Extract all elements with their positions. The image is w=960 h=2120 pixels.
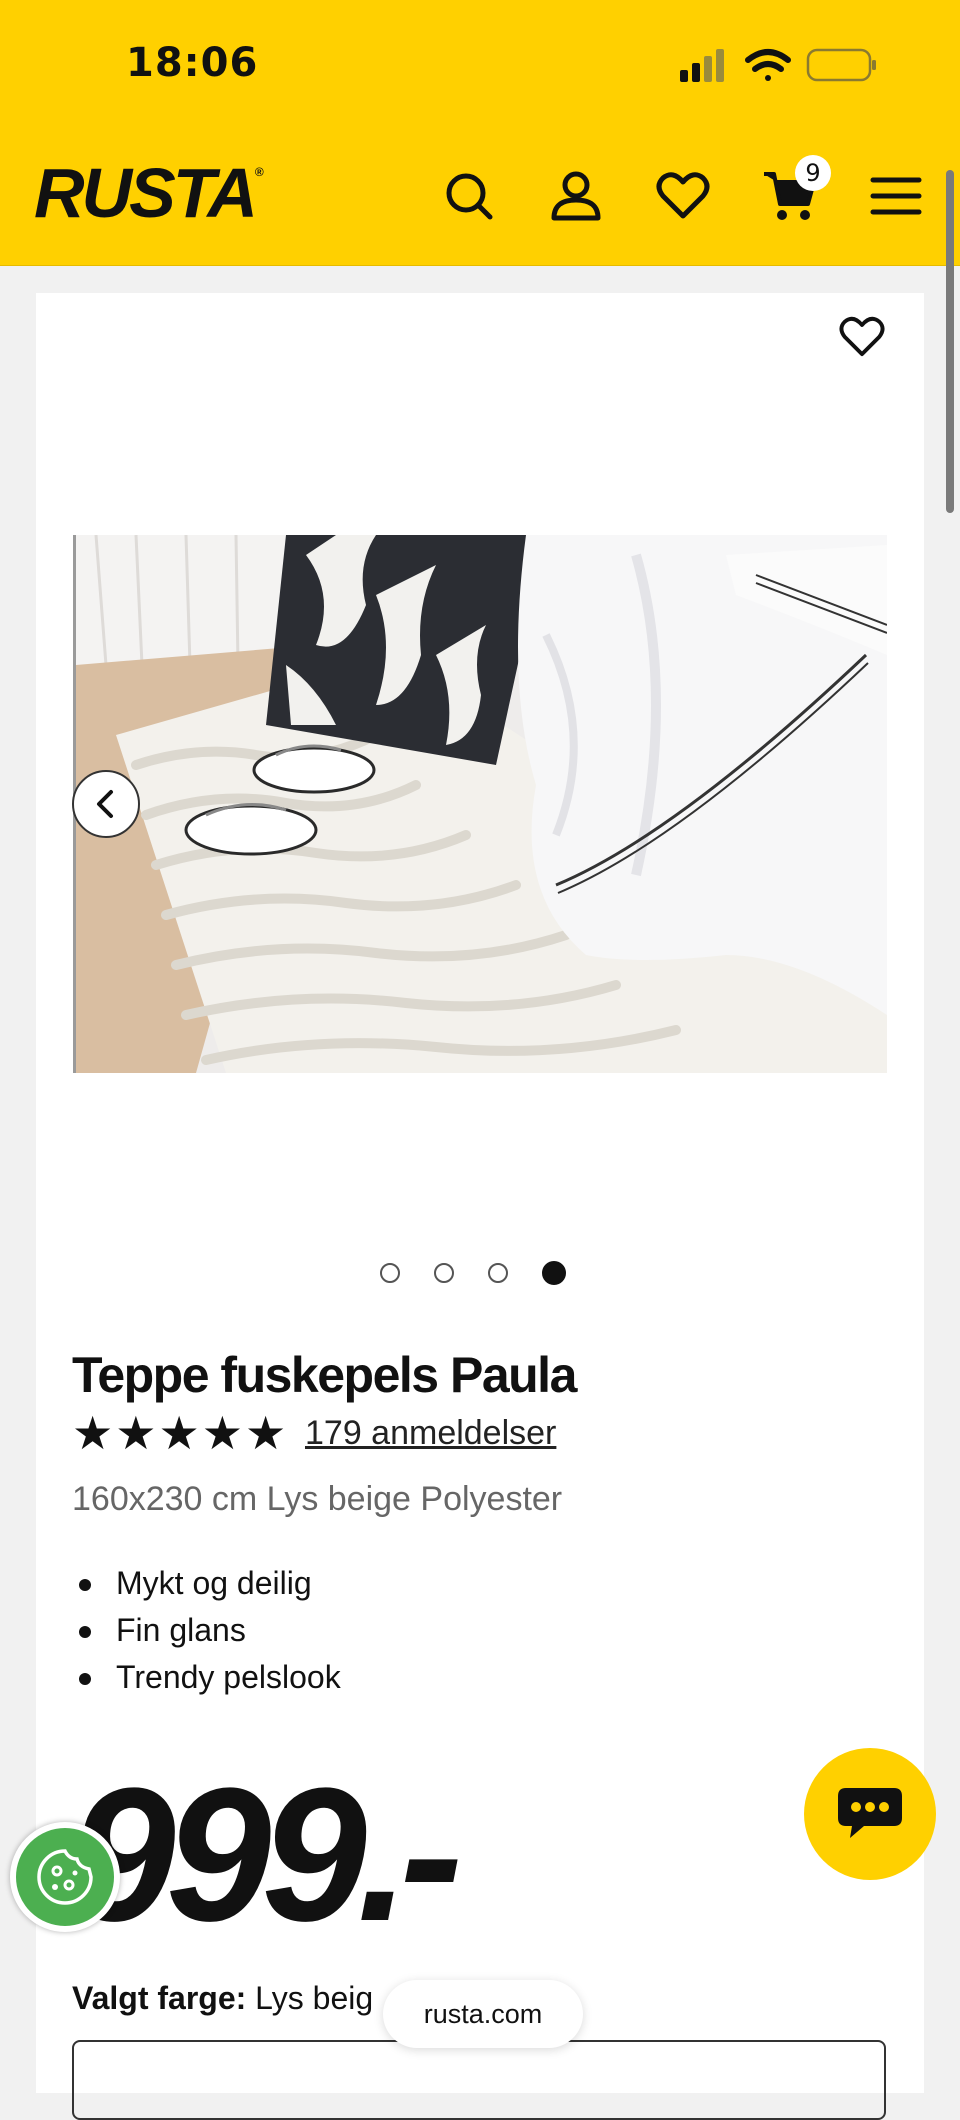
star-icon: ★ (245, 1406, 287, 1460)
product-specs: 160x230 cm Lys beige Polyester (72, 1480, 563, 1518)
cart-count-badge: 9 (795, 155, 831, 191)
account-icon[interactable] (548, 168, 604, 224)
selected-color: Valgt farge: Lys beig (72, 1980, 373, 2017)
chevron-left-icon (97, 790, 113, 818)
rating-stars: ★ ★ ★ ★ ★ (72, 1410, 286, 1456)
previous-image-button[interactable] (72, 770, 140, 838)
star-icon: ★ (158, 1406, 200, 1460)
feature-item: Trendy pelslook (72, 1654, 341, 1701)
gallery-dot[interactable] (434, 1263, 454, 1283)
color-select[interactable] (72, 2040, 886, 2120)
search-icon[interactable] (441, 168, 497, 224)
signal-icon (680, 49, 724, 82)
favorite-heart-icon[interactable] (838, 313, 886, 361)
status-time: 18:06 (126, 40, 259, 86)
gallery-dot[interactable] (488, 1263, 508, 1283)
cookie-icon (37, 1849, 93, 1905)
product-image[interactable] (73, 535, 887, 1073)
cookie-settings-button[interactable] (10, 1822, 120, 1932)
heart-icon[interactable] (655, 168, 711, 224)
page-scrollbar[interactable] (946, 170, 954, 513)
site-header: 18:06 RUSTA® 9 (0, 0, 960, 266)
chat-button[interactable] (804, 1748, 936, 1880)
gallery-dot-active[interactable] (542, 1261, 566, 1285)
gallery-dot[interactable] (380, 1263, 400, 1283)
wifi-icon (745, 49, 791, 81)
browser-url-pill[interactable]: rusta.com (383, 1980, 583, 2048)
product-title: Teppe fuskepels Paula (72, 1347, 577, 1403)
feature-item: Mykt og deilig (72, 1560, 341, 1607)
star-icon: ★ (201, 1406, 243, 1460)
feature-list: Mykt og deilig Fin glans Trendy pelslook (72, 1560, 341, 1701)
star-icon: ★ (72, 1406, 114, 1460)
selected-color-value: Lys beig (255, 1980, 374, 2016)
menu-icon[interactable] (869, 168, 925, 224)
chat-icon (838, 1788, 902, 1838)
star-icon: ★ (115, 1406, 157, 1460)
selected-color-label: Valgt farge: (72, 1980, 247, 2016)
reviews-link[interactable]: 179 anmeldelser (305, 1414, 556, 1453)
product-price: 999.- (70, 1749, 463, 1961)
gallery-pagination (380, 1261, 566, 1287)
feature-item: Fin glans (72, 1607, 341, 1654)
status-icons (680, 48, 876, 82)
battery-icon (806, 48, 876, 82)
rusta-logo[interactable]: RUSTA® (34, 158, 264, 228)
